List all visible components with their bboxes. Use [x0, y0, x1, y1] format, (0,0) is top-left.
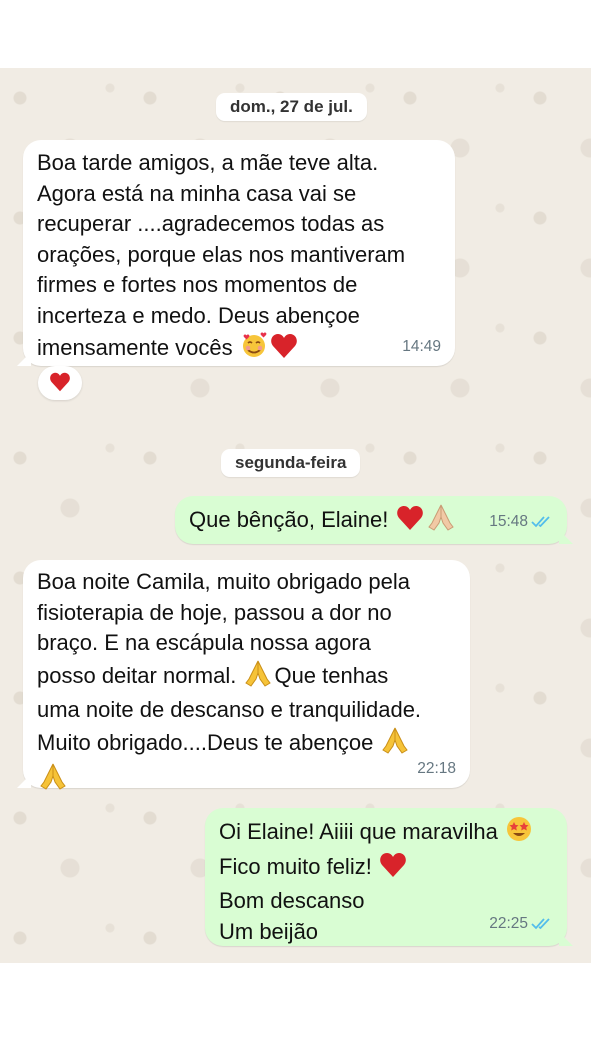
message-text: Boa tarde amigos, a mãe teve alta. Agora…: [37, 148, 441, 368]
bubble-tail: [17, 352, 31, 366]
message-line: [37, 762, 456, 799]
bubble-tail: [17, 774, 31, 788]
message-line: orações, porque elas nos mantiveram: [37, 241, 406, 267]
red-heart-icon: [270, 333, 298, 368]
message-line: Boa tarde amigos, a mãe teve alta.: [37, 150, 379, 175]
message-line: braço. E na escápula nossa agora: [37, 630, 371, 655]
message-line-text: imensamente vocês: [37, 335, 233, 360]
message-bubble-outgoing[interactable]: Que bênção, Elaine! 15:48: [175, 496, 573, 544]
message-timestamp: 14:49: [402, 338, 441, 355]
folded-hands-icon: [380, 726, 410, 763]
message-timestamp: 15:48: [489, 513, 553, 534]
message-line: Muito obrigado....Deus te abençoe: [37, 726, 456, 763]
red-heart-icon: [396, 505, 424, 540]
message-line: Agora está na minha casa vai se: [37, 180, 357, 206]
message-bubble-incoming[interactable]: Boa tarde amigos, a mãe teve alta. Agora…: [17, 140, 455, 368]
message-line: incerteza e medo. Deus abençoe: [37, 302, 360, 328]
message-text: Boa noite Camila, muito obrigado pela fi…: [37, 567, 456, 799]
folded-hands-icon: [243, 659, 273, 696]
message-line: firmes e fortes nos momentos de: [37, 272, 358, 297]
message-line: posso deitar normal. Que tenhas: [37, 659, 456, 696]
message-line: Oi Elaine! Aiiii que maravilha: [219, 815, 553, 852]
date-separator: dom., 27 de jul.: [216, 93, 367, 121]
red-heart-icon: [379, 852, 407, 887]
folded-hands-icon: [38, 762, 68, 799]
read-receipt-icon: [531, 917, 553, 936]
message-line: Bom descanso: [219, 888, 365, 913]
star-struck-icon: [505, 815, 533, 852]
message-timestamp: 22:18: [417, 760, 456, 777]
message-line-text: Que bênção, Elaine!: [189, 507, 389, 532]
message-line: imensamente vocês: [37, 331, 441, 368]
message-line: Fico muito feliz!: [219, 852, 553, 887]
message-bubble-outgoing[interactable]: Oi Elaine! Aiiii que maravilha Fico muit…: [205, 808, 573, 946]
smiling-face-with-hearts-icon: [240, 331, 268, 368]
message-line: uma noite de descanso e tranquilidade.: [37, 697, 422, 722]
message-line: Boa noite Camila, muito obrigado pela: [37, 569, 411, 594]
read-receipt-icon: [531, 515, 553, 534]
folded-hands-icon: [426, 503, 456, 540]
bubble-tail: [559, 530, 573, 544]
message-line: recuperar ....agradecemos todas as: [37, 211, 385, 236]
red-heart-icon: [49, 371, 71, 405]
chat-background: dom., 27 de jul. Boa tarde amigos, a mãe…: [0, 68, 591, 963]
date-separator: segunda-feira: [221, 449, 361, 477]
message-timestamp: 22:25: [489, 915, 553, 936]
message-reaction[interactable]: [38, 366, 82, 400]
message-line: fisioterapia de hoje, passou a dor no: [37, 599, 392, 625]
bubble-tail: [559, 932, 573, 946]
message-bubble-incoming[interactable]: Boa noite Camila, muito obrigado pela fi…: [17, 560, 470, 790]
